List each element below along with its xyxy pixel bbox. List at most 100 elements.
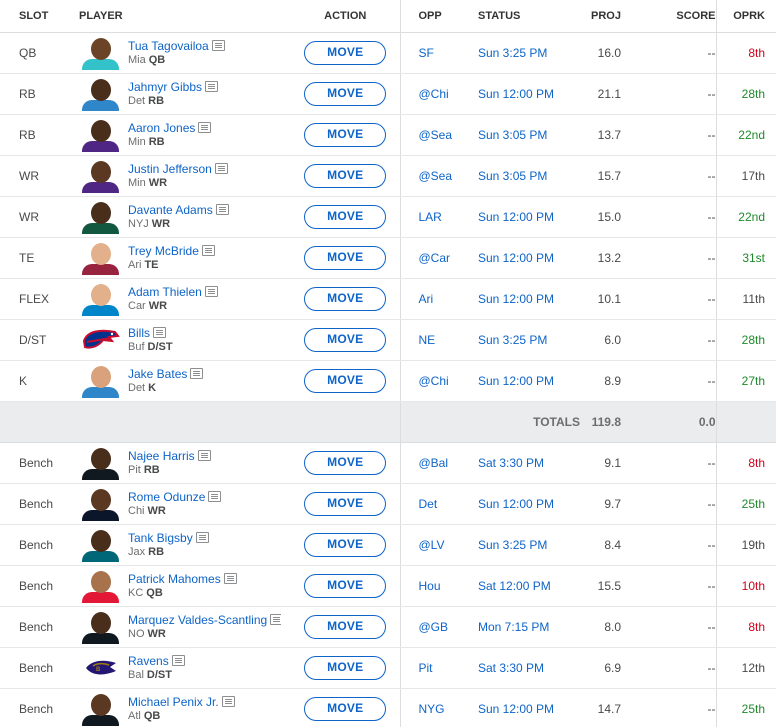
player-news-icon[interactable] xyxy=(221,696,235,707)
game-status-link[interactable]: Sun 3:05 PM xyxy=(478,169,547,183)
move-button[interactable]: MOVE xyxy=(304,368,387,393)
player-news-icon[interactable] xyxy=(195,532,209,543)
game-status-link[interactable]: Sun 12:00 PM xyxy=(478,374,554,388)
player-news-icon[interactable] xyxy=(215,204,229,215)
move-button[interactable]: MOVE xyxy=(304,327,387,352)
opponent-link[interactable]: Pit xyxy=(419,661,433,675)
move-button[interactable]: MOVE xyxy=(304,532,387,557)
game-status-link[interactable]: Sat 3:30 PM xyxy=(478,456,544,470)
game-status-link[interactable]: Sun 12:00 PM xyxy=(478,251,554,265)
game-status-link[interactable]: Sun 3:25 PM xyxy=(478,46,547,60)
player-meta: Bal D/ST xyxy=(128,668,185,682)
game-status-link[interactable]: Sun 12:00 PM xyxy=(478,702,554,716)
move-button[interactable]: MOVE xyxy=(304,614,387,639)
player-name-link[interactable]: Jahmyr Gibbs xyxy=(128,80,202,94)
move-button[interactable]: MOVE xyxy=(304,286,387,311)
player-name-link[interactable]: Tank Bigsby xyxy=(128,531,193,545)
headshot-jersey xyxy=(82,469,119,480)
opponent-cell: NYG xyxy=(399,688,460,727)
player-name-link[interactable]: Davante Adams xyxy=(128,203,213,217)
game-status-link[interactable]: Sun 3:25 PM xyxy=(478,538,547,552)
move-button[interactable]: MOVE xyxy=(304,204,387,229)
game-status-link[interactable]: Mon 7:15 PM xyxy=(478,620,549,634)
move-button[interactable]: MOVE xyxy=(304,40,387,65)
projection-value: 8.4 xyxy=(604,537,621,552)
player-news-icon[interactable] xyxy=(205,81,219,92)
game-status-link[interactable]: Sun 12:00 PM xyxy=(478,292,554,306)
header-action: ACTION xyxy=(281,0,400,33)
player-news-icon[interactable] xyxy=(214,163,228,174)
opponent-link[interactable]: @Sea xyxy=(419,128,453,142)
player-team: Min xyxy=(128,135,146,148)
opponent-link[interactable]: Det xyxy=(419,497,438,511)
player-news-icon[interactable] xyxy=(201,245,215,256)
move-button[interactable]: MOVE xyxy=(304,573,387,598)
opponent-link[interactable]: NYG xyxy=(419,702,445,716)
player-news-icon[interactable] xyxy=(198,122,212,133)
player-news-icon[interactable] xyxy=(211,40,225,51)
move-button[interactable]: MOVE xyxy=(304,655,387,680)
opponent-link[interactable]: @LV xyxy=(419,538,445,552)
score-cell: -- xyxy=(650,442,716,484)
opponent-link[interactable]: @Bal xyxy=(419,456,449,470)
opponent-link[interactable]: NE xyxy=(419,333,436,347)
player-name-link[interactable]: Bills xyxy=(128,326,150,340)
game-status-link[interactable]: Sun 12:00 PM xyxy=(478,497,554,511)
move-button[interactable]: MOVE xyxy=(304,163,387,188)
player-news-icon[interactable] xyxy=(270,614,281,625)
player-news-icon[interactable] xyxy=(190,368,204,379)
projection-cell: 15.7 xyxy=(580,155,650,197)
player-name-link[interactable]: Tua Tagovailoa xyxy=(128,39,209,53)
projection-value: 16.0 xyxy=(597,45,621,60)
player-name-link[interactable]: Marquez Valdes-Scantling xyxy=(128,613,267,627)
move-button[interactable]: MOVE xyxy=(304,696,387,721)
move-button[interactable]: MOVE xyxy=(304,122,387,147)
action-cell: MOVE xyxy=(281,319,400,361)
headshot-jersey xyxy=(82,551,119,562)
opponent-link[interactable]: @Car xyxy=(419,251,451,265)
player-name-link[interactable]: Aaron Jones xyxy=(128,121,195,135)
player-name-link[interactable]: Najee Harris xyxy=(128,449,195,463)
opponent-link[interactable]: @GB xyxy=(419,620,449,634)
opponent-cell: @Bal xyxy=(399,442,460,484)
player-news-icon[interactable] xyxy=(223,573,237,584)
score-cell: -- xyxy=(650,319,716,361)
game-status-link[interactable]: Sat 3:30 PM xyxy=(478,661,544,675)
move-button[interactable]: MOVE xyxy=(304,81,387,106)
player-name-link[interactable]: Adam Thielen xyxy=(128,285,202,299)
opponent-link[interactable]: Ari xyxy=(419,292,434,306)
slot-label: Bench xyxy=(19,701,54,716)
player-news-icon[interactable] xyxy=(208,491,222,502)
player-news-icon[interactable] xyxy=(153,327,167,338)
game-status-link[interactable]: Sun 3:05 PM xyxy=(478,128,547,142)
player-team: Buf xyxy=(128,340,145,353)
player-name-link[interactable]: Justin Jefferson xyxy=(128,162,212,176)
score-cell: -- xyxy=(650,73,716,115)
game-status-link[interactable]: Sun 12:00 PM xyxy=(478,210,554,224)
player-name-link[interactable]: Trey McBride xyxy=(128,244,199,258)
game-status-link[interactable]: Sat 12:00 PM xyxy=(478,579,551,593)
player-name-link[interactable]: Michael Penix Jr. xyxy=(128,695,219,709)
player-name-link[interactable]: Jake Bates xyxy=(128,367,187,381)
opponent-link[interactable]: @Chi xyxy=(419,374,449,388)
opponent-link[interactable]: SF xyxy=(419,46,434,60)
opponent-link[interactable]: Hou xyxy=(419,579,441,593)
move-button[interactable]: MOVE xyxy=(304,245,387,270)
game-status-link[interactable]: Sun 3:25 PM xyxy=(478,333,547,347)
opponent-link[interactable]: @Sea xyxy=(419,169,453,183)
opponent-link[interactable]: @Chi xyxy=(419,87,449,101)
move-button[interactable]: MOVE xyxy=(304,491,387,516)
player-name-link[interactable]: Patrick Mahomes xyxy=(128,572,221,586)
move-button[interactable]: MOVE xyxy=(304,450,387,475)
opponent-cell: @Chi xyxy=(399,73,460,115)
player-name-link[interactable]: Rome Odunze xyxy=(128,490,205,504)
game-status-link[interactable]: Sun 12:00 PM xyxy=(478,87,554,101)
player-info: Patrick Mahomes KC QB xyxy=(61,566,281,606)
player-news-icon[interactable] xyxy=(197,450,211,461)
player-news-icon[interactable] xyxy=(171,655,185,666)
opponent-link[interactable]: LAR xyxy=(419,210,442,224)
projection-value: 15.7 xyxy=(597,168,621,183)
player-headshot xyxy=(79,445,122,480)
player-news-icon[interactable] xyxy=(204,286,218,297)
player-name-link[interactable]: Ravens xyxy=(128,654,169,668)
